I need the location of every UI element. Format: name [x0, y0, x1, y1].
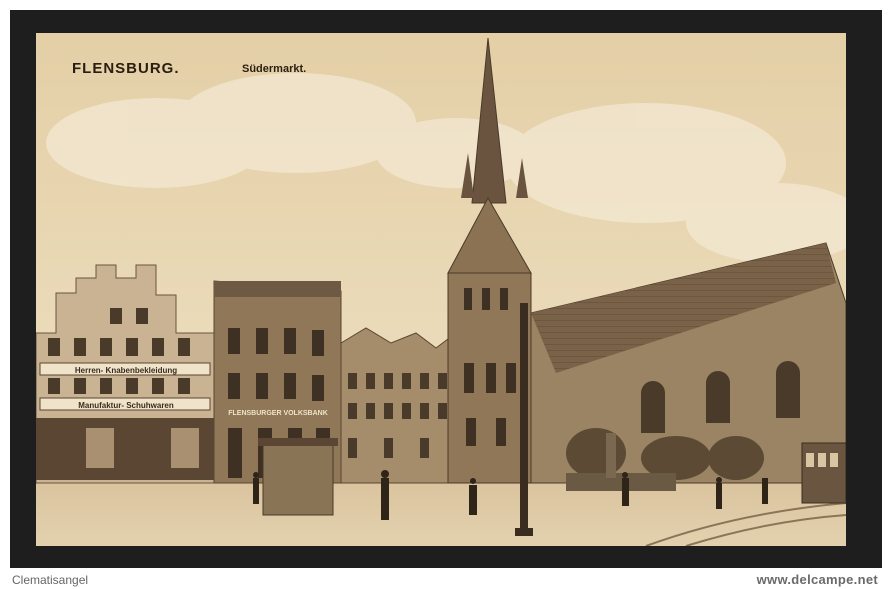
shop-sign-2: Manufaktur- Schuhwaren: [78, 401, 174, 410]
uploader-name: Clematisangel: [12, 573, 89, 587]
site-watermark: www.delcampe.net: [756, 572, 878, 587]
postcard-place-caption: Südermarkt.: [242, 63, 307, 75]
tram: [801, 442, 846, 504]
postcard-photo: Herren- Knabenbekleidung Manufaktur- Sch…: [36, 33, 846, 546]
kiosk: [258, 438, 338, 516]
shop-sign-3: FLENSBURGER VOLKSBANK: [228, 410, 328, 417]
shop-sign-1: Herren- Knabenbekleidung: [75, 366, 177, 375]
postcard-city-caption: FLENSBURG.: [72, 60, 180, 77]
